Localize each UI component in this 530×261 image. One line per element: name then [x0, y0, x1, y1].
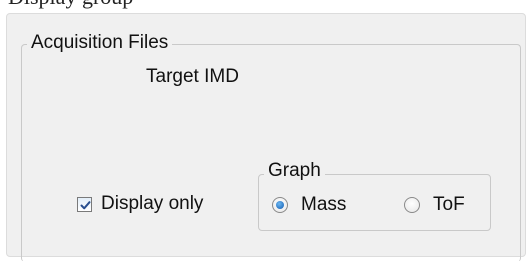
checkmark-icon: [80, 200, 91, 209]
display-only-label: Display only: [101, 193, 204, 214]
checkbox-box[interactable]: [77, 196, 92, 212]
clipped-header-fragment: Display group: [0, 0, 530, 12]
clipped-header-text: Display group: [8, 0, 133, 8]
mass-radio-label: Mass: [301, 194, 347, 215]
acquisition-files-title: Acquisition Files: [27, 32, 173, 54]
target-imd-label: Target IMD: [146, 66, 239, 87]
tof-radio-option[interactable]: ToF: [404, 193, 465, 217]
display-only-checkbox[interactable]: Display only: [77, 192, 203, 216]
graph-title: Graph: [264, 160, 325, 182]
tof-radio-label: ToF: [433, 194, 465, 215]
radio-empty-icon[interactable]: [404, 197, 420, 213]
radio-dot-icon[interactable]: [272, 197, 288, 213]
mass-radio-option[interactable]: Mass: [272, 193, 346, 217]
